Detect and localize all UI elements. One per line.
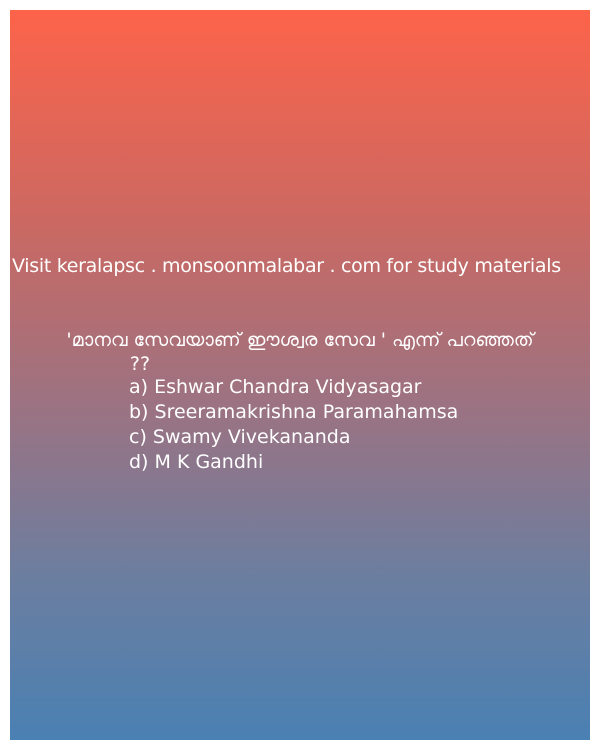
question-card: Visit keralapsc . monsoonmalabar . com f…: [10, 10, 590, 740]
option-a: a) Eshwar Chandra Vidyasagar: [129, 376, 422, 398]
question-text: 'മാനവ സേവയാണ് ഈശ്വര സേവ ' എന്ന് പറഞ്ഞത് …: [10, 328, 590, 376]
option-c: c) Swamy Vivekananda: [129, 426, 351, 448]
question-line-1: 'മാനവ സേവയാണ് ഈശ്വര സേവ ' എന്ന് പറഞ്ഞത്: [66, 329, 534, 351]
answer-options: a) Eshwar Chandra Vidyasagar b) Sreerama…: [129, 375, 458, 475]
question-line-2: ??: [129, 353, 151, 375]
site-promo-text: Visit keralapsc . monsoonmalabar . com f…: [12, 255, 561, 277]
option-d: d) M K Gandhi: [129, 451, 264, 473]
question: 'മാനവ സേവയാണ് ഈശ്വര സേവ ' എന്ന് പറഞ്ഞത് …: [10, 328, 590, 376]
option-b: b) Sreeramakrishna Paramahamsa: [129, 401, 459, 423]
